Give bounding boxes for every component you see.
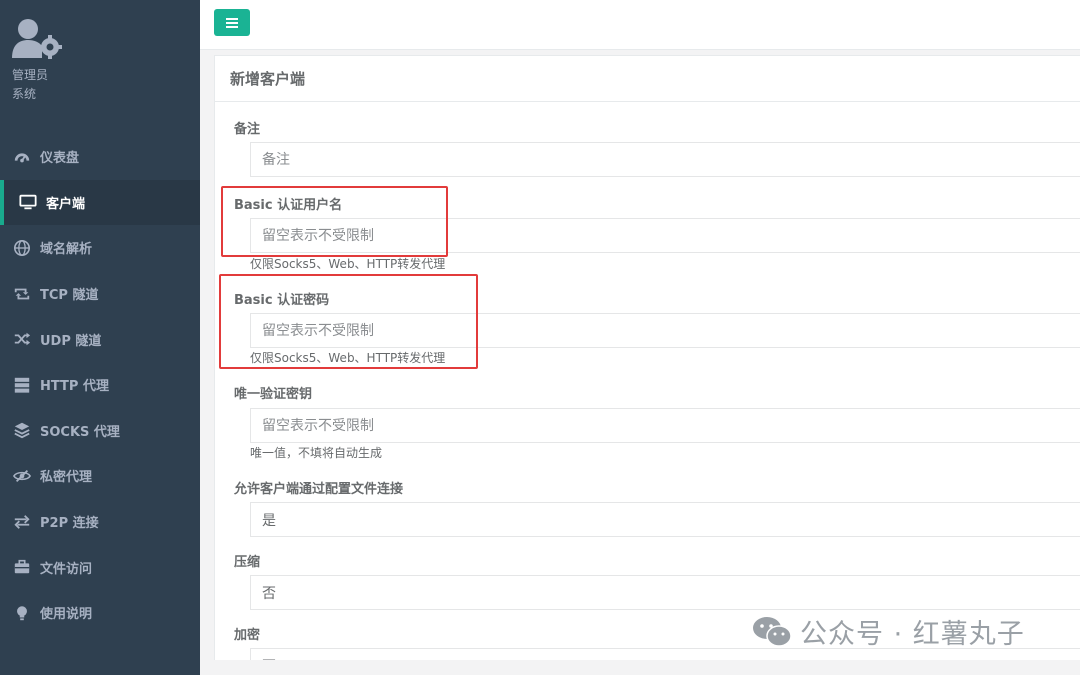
add-client-panel: 新增客户端 备注 Basic 认证用户名 仅限Socks5、Web、HTTP转发… (214, 55, 1080, 660)
sidebar-item-clients[interactable]: 客户端 (0, 179, 200, 226)
sidebar-item-label: 客户端 (46, 196, 86, 212)
hamburger-icon (226, 17, 238, 28)
watermark-text: 公众号 · 红薯丸子 (800, 619, 1025, 650)
sidebar-item-label: SOCKS 代理 (40, 424, 120, 440)
sidebar-item-http[interactable]: HTTP 代理 (0, 362, 200, 408)
sidebar-item-tcp[interactable]: TCP 隧道 (0, 271, 200, 317)
profile-role: 系统 (12, 87, 37, 101)
encrypt-label: 加密 (234, 628, 261, 643)
sidebar-item-label: TCP 隧道 (40, 288, 99, 304)
lightbulb-icon (12, 603, 32, 623)
menu-toggle-button[interactable] (214, 9, 250, 36)
server-icon (12, 375, 32, 395)
sidebar-item-domain[interactable]: 域名解析 (0, 225, 200, 271)
basic-pass-label: Basic 认证密码 (234, 293, 330, 308)
sidebar-item-dashboard[interactable]: 仪表盘 (0, 134, 200, 180)
profile-name: 管理员 (12, 68, 49, 82)
panel-title: 新增客户端 (215, 56, 1080, 102)
wechat-icon (753, 616, 792, 647)
bottom-strip (200, 660, 1080, 675)
watermark: 公众号 · 红薯丸子 (752, 612, 1025, 651)
sidebar-item-udp[interactable]: UDP 隧道 (0, 316, 200, 362)
remark-label: 备注 (234, 122, 261, 137)
basic-user-input[interactable] (250, 218, 1080, 253)
sidebar-item-label: 私密代理 (40, 470, 93, 486)
basic-user-label: Basic 认证用户名 (234, 198, 343, 213)
config-conn-label: 允许客户端通过配置文件连接 (234, 482, 404, 497)
sidebar-item-files[interactable]: 文件访问 (0, 544, 200, 590)
shuffle-icon (12, 329, 32, 349)
sidebar-item-secret[interactable]: 私密代理 (0, 453, 200, 499)
monitor-icon (18, 192, 38, 212)
sidebar-item-label: 域名解析 (40, 242, 93, 258)
vkey-help: 唯一值，不填将自动生成 (250, 446, 383, 460)
basic-pass-input[interactable] (250, 313, 1080, 348)
remark-input[interactable] (250, 142, 1080, 177)
profile[interactable]: 管理员 系统 (12, 18, 64, 101)
sidebar-item-label: HTTP 代理 (40, 379, 109, 395)
sidebar-item-label: 仪表盘 (40, 151, 80, 167)
sidebar-item-label: UDP 隧道 (40, 333, 102, 349)
basic-user-help: 仅限Socks5、Web、HTTP转发代理 (250, 257, 446, 271)
sidebar-item-socks[interactable]: SOCKS 代理 (0, 408, 200, 454)
sidebar-item-label: 使用说明 (40, 607, 93, 623)
sidebar-item-p2p[interactable]: P2P 连接 (0, 499, 200, 545)
sidebar-nav: 仪表盘 客户端 域名解析 TCP 隧道 UDP 隧道 HTTP 代理 SOCKS… (0, 134, 200, 636)
exchange-icon (12, 512, 32, 532)
sidebar-item-label: 文件访问 (40, 561, 93, 577)
retweet-icon (12, 284, 32, 304)
eye-slash-icon (12, 466, 32, 486)
sidebar-item-help[interactable]: 使用说明 (0, 590, 200, 636)
basic-pass-help: 仅限Socks5、Web、HTTP转发代理 (250, 351, 446, 365)
compress-select[interactable]: 否 (250, 575, 1080, 610)
sidebar: 管理员 系统 仪表盘 客户端 域名解析 TCP 隧道 UDP 隧道 HTTP 代… (0, 0, 200, 675)
briefcase-icon (12, 557, 32, 577)
vkey-label: 唯一验证密钥 (234, 387, 313, 402)
dashboard-icon (12, 147, 32, 167)
user-gear-icon (12, 19, 62, 59)
compress-label: 压缩 (234, 555, 261, 570)
config-conn-select[interactable]: 是 (250, 502, 1080, 537)
vkey-input[interactable] (250, 408, 1080, 443)
sidebar-item-label: P2P 连接 (40, 516, 99, 532)
top-bar (200, 0, 1080, 50)
globe-icon (12, 238, 32, 258)
layers-icon (12, 420, 32, 440)
